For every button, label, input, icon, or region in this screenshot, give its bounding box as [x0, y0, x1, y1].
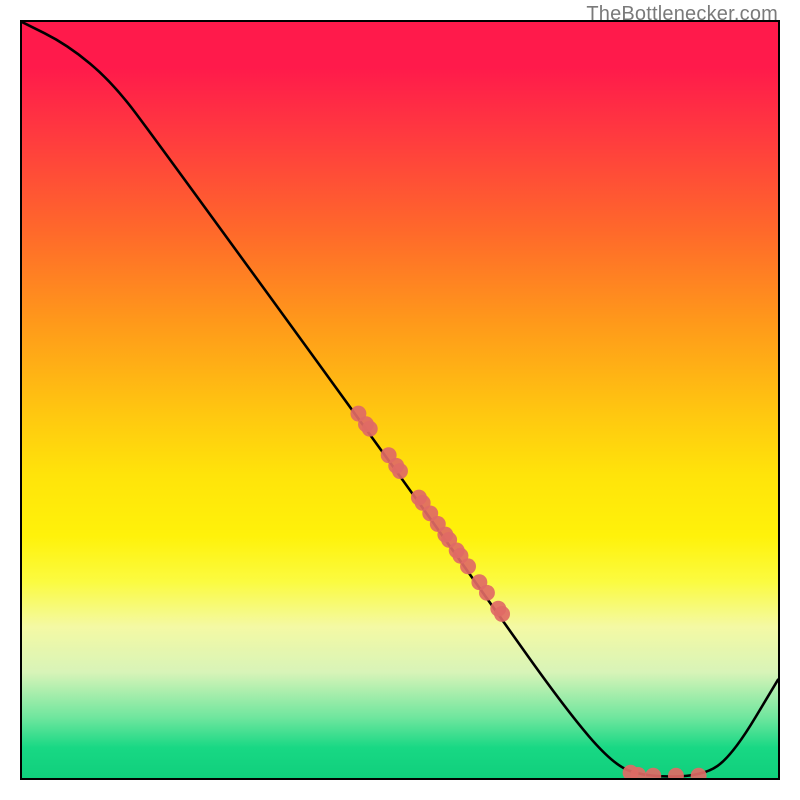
scatter-group	[350, 406, 706, 780]
scatter-point	[668, 768, 684, 780]
chart-stage: TheBottlenecker.com	[0, 0, 800, 800]
scatter-point	[392, 463, 408, 479]
scatter-point	[479, 585, 495, 601]
chart-overlay	[22, 22, 778, 778]
scatter-point	[691, 768, 707, 780]
curve-line	[22, 22, 778, 776]
scatter-point	[362, 421, 378, 437]
scatter-point	[645, 768, 661, 780]
scatter-point	[494, 606, 510, 622]
plot-area	[20, 20, 780, 780]
scatter-point	[460, 558, 476, 574]
